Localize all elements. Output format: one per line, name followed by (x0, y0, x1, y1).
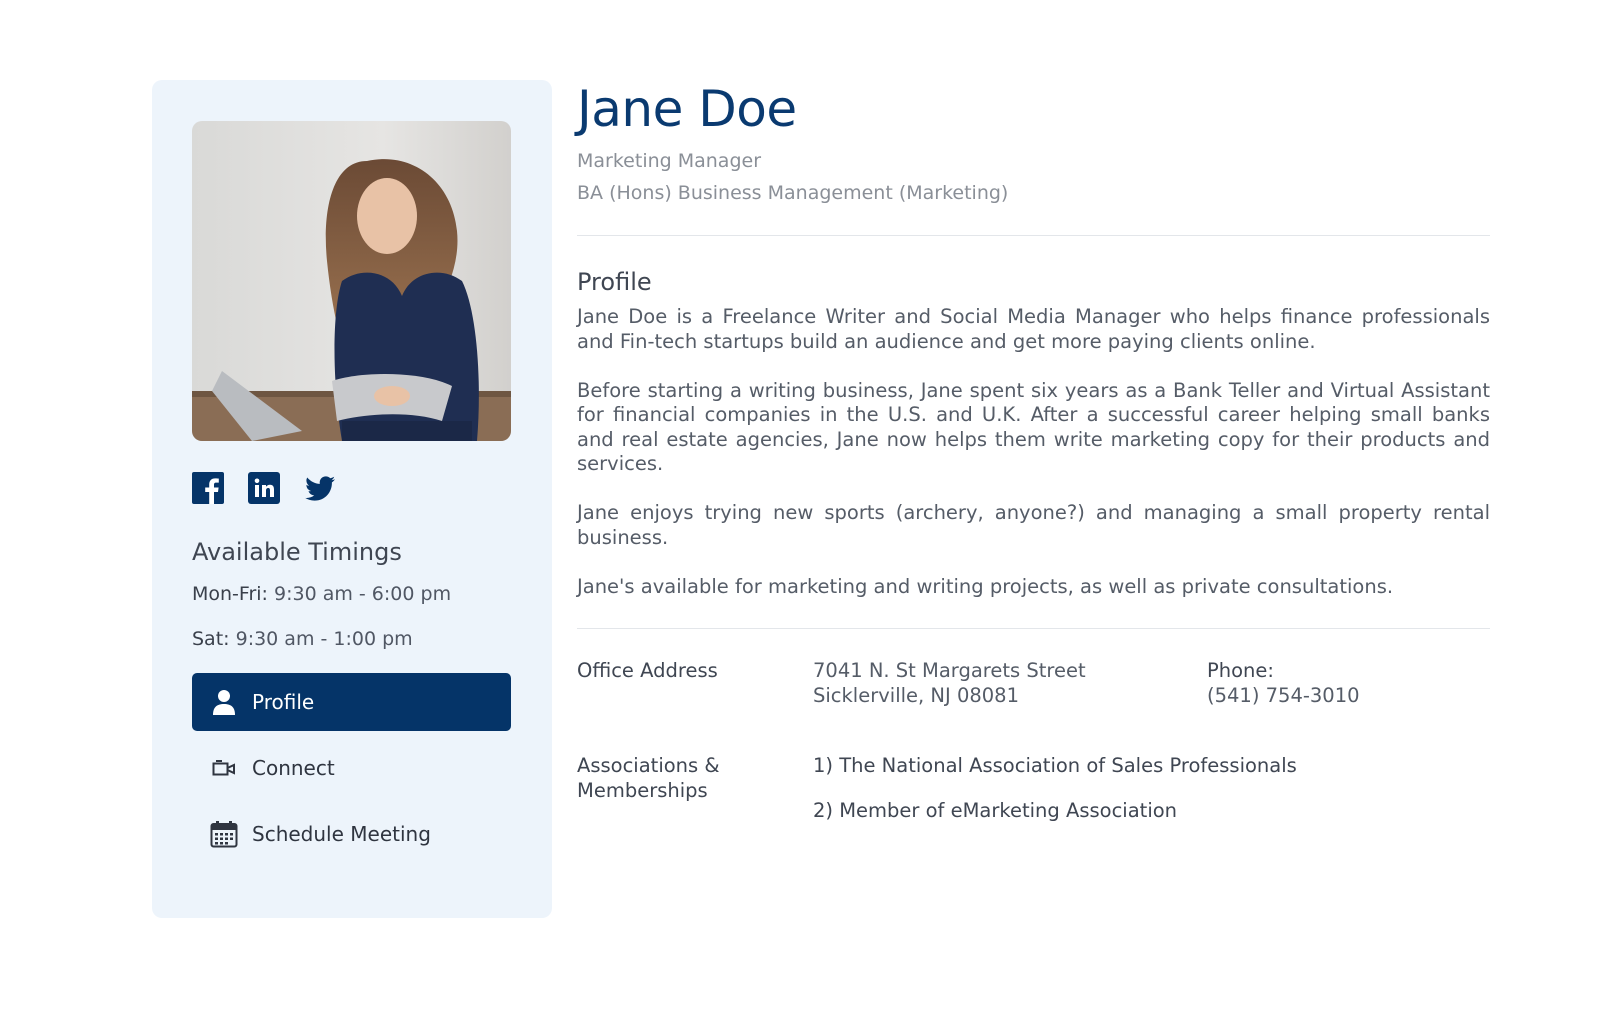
office-address: 7041 N. St Margarets Street Sicklerville… (813, 659, 1086, 708)
association-item: 1) The National Association of Sales Pro… (813, 754, 1297, 777)
profile-section-title: Profile (577, 268, 652, 296)
bio-paragraph: Jane enjoys trying new sports (archery, … (577, 501, 1490, 549)
timing-weekdays: Mon-Fri: 9:30 am - 6:00 pm (192, 583, 451, 605)
phone-number: (541) 754-3010 (1207, 683, 1360, 707)
video-camera-icon (210, 754, 238, 782)
bio-paragraph: Jane Doe is a Freelance Writer and Socia… (577, 305, 1490, 353)
facebook-icon[interactable] (192, 472, 224, 504)
nav-item-connect[interactable]: Connect (192, 739, 511, 797)
nav-item-label: Connect (252, 756, 335, 780)
degree: BA (Hons) Business Management (Marketing… (577, 182, 1009, 204)
nav-item-label: Profile (252, 690, 315, 714)
office-address-label: Office Address (577, 659, 718, 682)
address-line: Sicklerville, NJ 08081 (813, 683, 1019, 707)
phone-block: Phone: (541) 754-3010 (1207, 659, 1360, 708)
phone-label: Phone: (1207, 659, 1274, 682)
available-timings-title: Available Timings (192, 538, 402, 566)
nav-item-label: Schedule Meeting (252, 822, 431, 846)
timing-saturday: Sat: 9:30 am - 1:00 pm (192, 628, 413, 650)
timing-hours: 9:30 am - 6:00 pm (267, 583, 452, 605)
timing-hours: 9:30 am - 1:00 pm (229, 628, 413, 650)
social-links (192, 472, 336, 504)
address-line: 7041 N. St Margarets Street (813, 659, 1086, 682)
association-item: 2) Member of eMarketing Association (813, 799, 1178, 822)
job-title: Marketing Manager (577, 150, 762, 172)
profile-sidebar: Available Timings Mon-Fri: 9:30 am - 6:0… (152, 80, 552, 918)
profile-photo (192, 121, 511, 441)
associations-label: Associations & Memberships (577, 754, 777, 803)
divider (577, 235, 1490, 236)
profile-name: Jane Doe (577, 80, 797, 138)
nav-item-profile[interactable]: Profile (192, 673, 511, 731)
linkedin-icon[interactable] (248, 472, 280, 504)
profile-bio: Jane Doe is a Freelance Writer and Socia… (577, 305, 1490, 624)
twitter-icon[interactable] (304, 472, 336, 504)
divider (577, 628, 1490, 629)
bio-paragraph: Before starting a writing business, Jane… (577, 378, 1490, 476)
nav-item-schedule-meeting[interactable]: Schedule Meeting (192, 805, 511, 863)
timing-day-label: Sat: (192, 628, 230, 650)
calendar-icon (210, 820, 238, 848)
timing-day-label: Mon-Fri: (192, 583, 268, 605)
associations-label-line: Associations & (577, 754, 720, 777)
user-icon (210, 688, 238, 716)
bio-paragraph: Jane's available for marketing and writi… (577, 574, 1394, 598)
associations-label-line: Memberships (577, 778, 708, 802)
